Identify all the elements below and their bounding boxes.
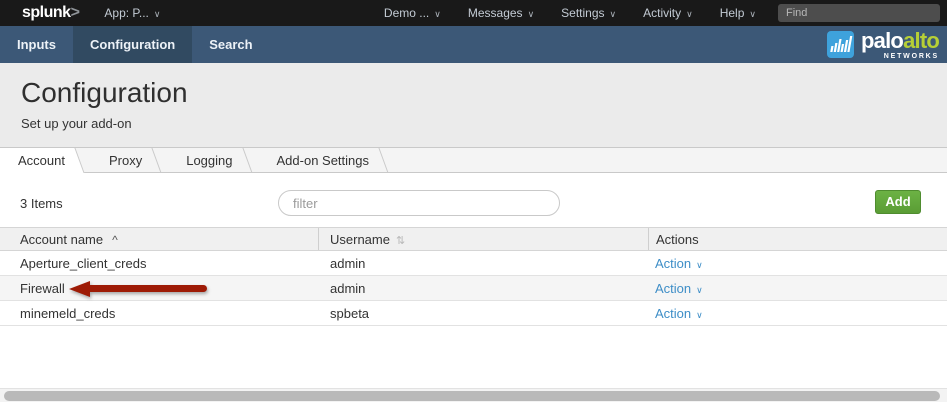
items-count: 3 Items xyxy=(20,196,63,211)
filter-input[interactable] xyxy=(278,190,560,216)
paloalto-logo-icon xyxy=(827,31,854,58)
menu-label: Settings xyxy=(561,6,604,20)
splunk-top-bar: splunk> App: P... ∨ Demo ... ∨ Messages ∨ S… xyxy=(0,0,947,26)
app-nav-bar: Inputs Configuration Search paloalto xyxy=(0,26,947,63)
splunk-logo-text: splunk xyxy=(22,4,71,21)
brand-word-palo: palo xyxy=(861,28,903,53)
chevron-down-icon: ∨ xyxy=(610,9,617,19)
tab-label: Logging xyxy=(186,153,232,168)
action-dropdown[interactable]: Action ∨ xyxy=(655,256,703,271)
tab-label: Add-on Settings xyxy=(277,153,370,168)
chevron-down-icon: ∨ xyxy=(749,9,756,19)
cell-username: admin xyxy=(318,281,648,296)
cell-username: spbeta xyxy=(318,306,648,321)
table-row: Aperture_client_creds admin Action ∨ xyxy=(0,251,947,276)
splunk-addon-configuration-page: splunk> App: P... ∨ Demo ... ∨ Messages ∨ S… xyxy=(0,0,947,404)
nav-tab-label: Configuration xyxy=(90,37,175,52)
chevron-down-icon: ∨ xyxy=(154,9,161,19)
table-header-row: Account name ^ Username ⇅ Actions xyxy=(0,227,947,251)
column-label: Actions xyxy=(656,232,699,247)
brand-word-alto: alto xyxy=(903,28,939,53)
column-label: Account name xyxy=(20,232,103,247)
cell-account-name: Aperture_client_creds xyxy=(0,256,318,271)
app-menu-label: App: P... xyxy=(104,6,148,20)
page-header: Configuration Set up your add-on xyxy=(0,63,947,147)
chevron-down-icon: ∨ xyxy=(696,310,703,320)
paloalto-networks-logo: paloalto NETWORKS xyxy=(827,26,939,63)
cell-account-name: minemeld_creds xyxy=(0,306,318,321)
action-label: Action xyxy=(655,306,691,321)
tab-label: Proxy xyxy=(109,153,142,168)
brand-networks-text: NETWORKS xyxy=(884,53,939,60)
menu-help[interactable]: Help ∨ xyxy=(720,6,756,20)
nav-tab-search[interactable]: Search xyxy=(192,26,269,63)
menu-label: Help xyxy=(720,6,745,20)
cell-account-name: Firewall xyxy=(0,281,318,296)
column-header-username[interactable]: Username ⇅ xyxy=(318,228,648,250)
menu-messages[interactable]: Messages ∨ xyxy=(468,6,534,20)
menu-settings[interactable]: Settings ∨ xyxy=(561,6,616,20)
page-subtitle: Set up your add-on xyxy=(21,116,947,131)
tab-label: Account xyxy=(18,153,65,168)
column-label: Username xyxy=(330,232,390,247)
chevron-down-icon: ∨ xyxy=(686,9,693,19)
horizontal-scrollbar-thumb[interactable] xyxy=(4,391,940,401)
tab-proxy[interactable]: Proxy xyxy=(91,148,168,173)
action-dropdown[interactable]: Action ∨ xyxy=(655,306,703,321)
chevron-down-icon: ∨ xyxy=(528,9,535,19)
nav-tab-label: Inputs xyxy=(17,37,56,52)
accounts-table: Account name ^ Username ⇅ Actions Aperture… xyxy=(0,227,947,326)
chevron-down-icon: ∨ xyxy=(696,260,703,270)
top-menu-group: Demo ...∨ Messages∨ Settings∨ Activity∨ … xyxy=(384,6,756,20)
chevron-down-icon: ∨ xyxy=(434,9,441,19)
sort-ascending-icon: ^ xyxy=(112,233,118,247)
paloalto-waveform-icon xyxy=(827,31,854,58)
config-tab-strip: Account Proxy Logging Add-on Settings xyxy=(0,147,947,173)
action-label: Action xyxy=(655,256,691,271)
menu-demo[interactable]: Demo ... ∨ xyxy=(384,6,441,20)
nav-tab-configuration[interactable]: Configuration xyxy=(73,26,192,63)
column-header-account-name[interactable]: Account name ^ xyxy=(0,232,318,247)
chevron-down-icon: ∨ xyxy=(696,285,703,295)
action-label: Action xyxy=(655,281,691,296)
add-button[interactable]: Add xyxy=(875,190,921,214)
tab-addon-settings[interactable]: Add-on Settings xyxy=(259,148,396,173)
paloalto-wordmark: paloalto NETWORKS xyxy=(861,30,939,60)
app-menu[interactable]: App: P... ∨ xyxy=(104,6,160,20)
find-input[interactable] xyxy=(778,4,940,22)
menu-activity[interactable]: Activity ∨ xyxy=(643,6,693,20)
tab-logging[interactable]: Logging xyxy=(168,148,258,173)
nav-tab-label: Search xyxy=(209,37,252,52)
nav-tab-inputs[interactable]: Inputs xyxy=(0,26,73,63)
page-title: Configuration xyxy=(21,77,947,109)
horizontal-scrollbar-track[interactable] xyxy=(0,388,947,402)
sort-both-icon: ⇅ xyxy=(396,235,405,247)
table-row: Firewall admin Action ∨ xyxy=(0,276,947,301)
menu-label: Messages xyxy=(468,6,523,20)
column-header-actions: Actions xyxy=(648,228,947,250)
action-dropdown[interactable]: Action ∨ xyxy=(655,281,703,296)
cell-username: admin xyxy=(318,256,648,271)
menu-label: Activity xyxy=(643,6,681,20)
splunk-logo-chevron-icon: > xyxy=(71,4,80,21)
splunk-logo[interactable]: splunk> xyxy=(22,4,79,22)
tab-account[interactable]: Account xyxy=(0,148,91,173)
menu-label: Demo ... xyxy=(384,6,429,20)
table-row: minemeld_creds spbeta Action ∨ xyxy=(0,301,947,326)
paloalto-wordmark-text: paloalto xyxy=(861,30,939,52)
